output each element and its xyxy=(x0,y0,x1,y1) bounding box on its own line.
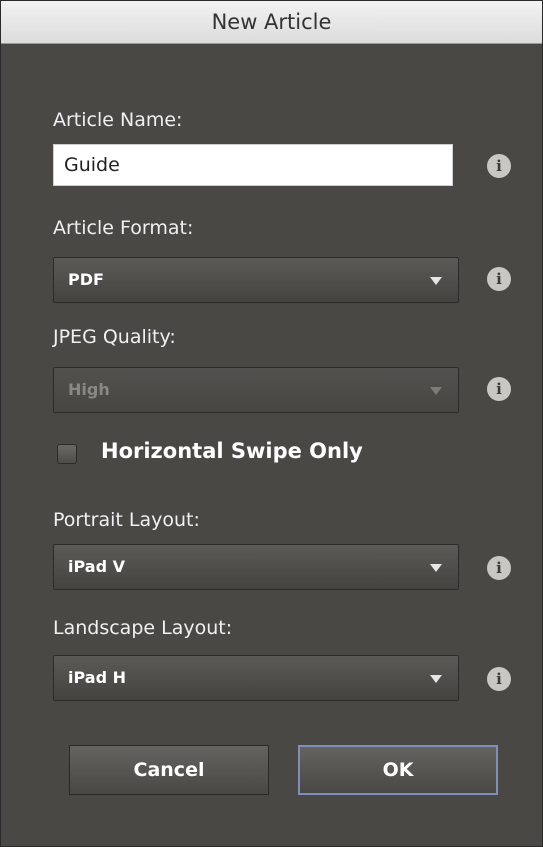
jpeg-quality-info-icon[interactable]: i xyxy=(487,377,511,401)
new-article-dialog: New Article Article Name: i Article Form… xyxy=(0,0,543,847)
article-format-info-icon[interactable]: i xyxy=(487,267,511,291)
dialog-title: New Article xyxy=(1,1,542,44)
portrait-layout-value: iPad V xyxy=(68,557,125,576)
jpeg-quality-value: High xyxy=(68,380,110,399)
landscape-layout-info-icon[interactable]: i xyxy=(487,667,511,691)
article-name-input[interactable] xyxy=(53,144,453,186)
landscape-layout-select[interactable]: iPad H xyxy=(53,655,459,701)
portrait-layout-label: Portrait Layout: xyxy=(53,509,200,531)
article-format-select[interactable]: PDF xyxy=(53,257,459,303)
chevron-down-icon xyxy=(430,387,442,395)
jpeg-quality-select: High xyxy=(53,367,459,413)
horizontal-swipe-label[interactable]: Horizontal Swipe Only xyxy=(101,439,363,463)
horizontal-swipe-checkbox[interactable] xyxy=(57,444,77,464)
article-name-label: Article Name: xyxy=(53,109,183,131)
portrait-layout-select[interactable]: iPad V xyxy=(53,544,459,590)
article-format-label: Article Format: xyxy=(53,217,194,239)
cancel-button[interactable]: Cancel xyxy=(69,745,269,795)
landscape-layout-value: iPad H xyxy=(68,668,126,687)
landscape-layout-label: Landscape Layout: xyxy=(53,617,233,639)
jpeg-quality-label: JPEG Quality: xyxy=(53,326,176,348)
article-format-value: PDF xyxy=(68,270,104,289)
chevron-down-icon xyxy=(430,564,442,572)
ok-button[interactable]: OK xyxy=(298,745,498,795)
article-name-info-icon[interactable]: i xyxy=(487,154,511,178)
chevron-down-icon xyxy=(430,277,442,285)
chevron-down-icon xyxy=(430,675,442,683)
portrait-layout-info-icon[interactable]: i xyxy=(487,556,511,580)
